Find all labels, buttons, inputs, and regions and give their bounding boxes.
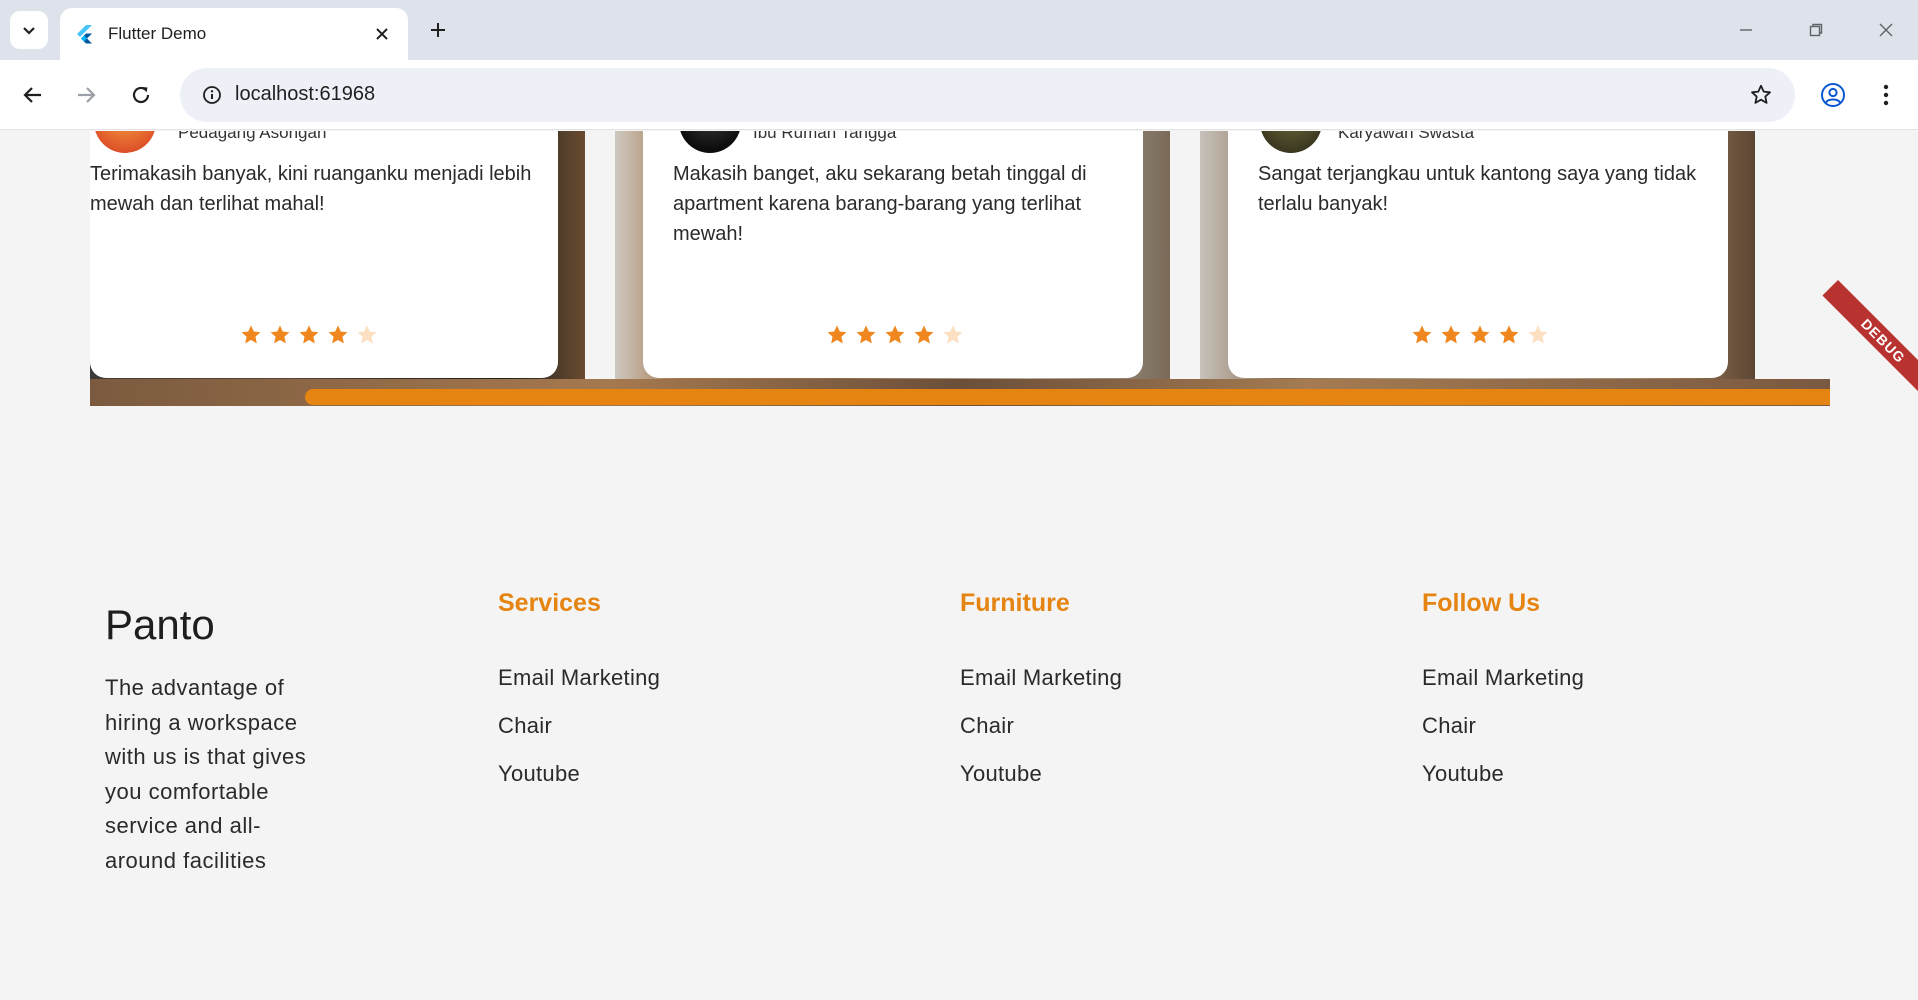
horizontal-scrollbar[interactable] (305, 389, 1830, 405)
footer-column-title: Services (498, 589, 601, 617)
star-empty-icon (1528, 325, 1548, 344)
browser-toolbar: localhost:61968 (0, 60, 1918, 130)
avatar (94, 131, 156, 153)
star-filled-icon (1441, 325, 1461, 344)
footer-column-follow-us: Follow Us Email Marketing Chair Youtube (1422, 589, 1584, 798)
minimize-icon (1740, 29, 1752, 31)
browser-menu-button[interactable] (1866, 75, 1906, 115)
review-text: Terimakasih banyak, kini ruanganku menja… (90, 163, 532, 215)
reviewer-role: Karyawan Swasta (1338, 131, 1475, 142)
footer-link[interactable]: Chair (960, 702, 1122, 750)
star-filled-icon (299, 325, 319, 344)
avatar (679, 131, 741, 153)
address-bar[interactable]: localhost:61968 (180, 68, 1795, 122)
close-icon (1879, 23, 1893, 37)
more-vert-icon (1883, 84, 1889, 106)
chevron-down-icon (23, 27, 35, 35)
star-filled-icon (914, 325, 934, 344)
star-filled-icon (885, 325, 905, 344)
star-rating (240, 324, 378, 346)
back-button[interactable] (13, 75, 53, 115)
tab-search-button[interactable] (10, 11, 48, 49)
flutter-logo-icon (77, 25, 92, 44)
reload-icon (132, 86, 150, 104)
footer-description: The advantage of hiring a workspace with… (105, 675, 307, 873)
footer-column-title: Follow Us (1422, 589, 1541, 617)
star-empty-icon (357, 325, 377, 344)
new-tab-button[interactable] (422, 14, 454, 46)
footer-column-services: Services Email Marketing Chair Youtube (498, 589, 660, 798)
reviewer-role: Ibu Rumah Tangga (753, 131, 897, 142)
star-filled-icon (241, 325, 261, 344)
star-filled-icon (856, 325, 876, 344)
close-window-button[interactable] (1866, 10, 1906, 50)
footer-link[interactable]: Youtube (960, 750, 1122, 798)
footer-link[interactable]: Chair (498, 702, 660, 750)
bookmark-star-icon[interactable] (1745, 79, 1777, 111)
restore-icon (1809, 23, 1823, 37)
footer-link[interactable]: Email Marketing (1422, 654, 1584, 702)
account-icon (1821, 83, 1845, 107)
star-filled-icon (1470, 325, 1490, 344)
star-empty-icon (943, 325, 963, 344)
debug-banner: DEBUG (1822, 280, 1918, 402)
browser-tab[interactable]: Flutter Demo (60, 8, 408, 60)
url-text[interactable]: localhost:61968 (235, 83, 375, 106)
reload-button[interactable] (121, 75, 161, 115)
testimonial-card: Karyawan Swasta Sangat terjangkau untuk … (1228, 131, 1728, 378)
reviewer-role: Pedagang Asongan (178, 131, 327, 142)
star-filled-icon (1412, 325, 1432, 344)
footer-link[interactable]: Email Marketing (960, 654, 1122, 702)
footer-brand: Panto (105, 601, 215, 648)
plus-icon (431, 23, 445, 37)
star-filled-icon (827, 325, 847, 344)
profile-button[interactable] (1813, 75, 1853, 115)
footer-link[interactable]: Youtube (1422, 750, 1584, 798)
footer-column-title: Furniture (960, 589, 1070, 617)
star-rating (826, 324, 964, 346)
restore-button[interactable] (1796, 10, 1836, 50)
close-tab-icon[interactable] (370, 22, 394, 46)
browser-tab-bar: Flutter Demo (0, 0, 1918, 60)
star-rating (1411, 324, 1549, 346)
review-text: Makasih banget, aku sekarang betah tingg… (673, 163, 1087, 245)
star-filled-icon (270, 325, 290, 344)
testimonial-card: Ibu Rumah Tangga Makasih banget, aku sek… (643, 131, 1143, 378)
forward-button[interactable] (66, 75, 106, 115)
page-content: Pedagang Asongan Terimakasih banyak, kin… (0, 131, 1918, 1000)
arrow-right-icon (78, 87, 96, 103)
testimonial-card: Pedagang Asongan Terimakasih banyak, kin… (90, 131, 558, 378)
arrow-left-icon (23, 87, 41, 103)
avatar (1260, 131, 1322, 153)
testimonial-carousel[interactable]: Pedagang Asongan Terimakasih banyak, kin… (90, 131, 1830, 406)
footer-link[interactable]: Email Marketing (498, 654, 660, 702)
review-text: Sangat terjangkau untuk kantong saya yan… (1258, 163, 1697, 215)
star-filled-icon (328, 325, 348, 344)
star-filled-icon (1499, 325, 1519, 344)
site-info-icon[interactable] (196, 79, 228, 111)
footer-link[interactable]: Chair (1422, 702, 1584, 750)
footer-column-furniture: Furniture Email Marketing Chair Youtube (960, 589, 1122, 798)
footer-link[interactable]: Youtube (498, 750, 660, 798)
tab-title: Flutter Demo (108, 24, 207, 43)
minimize-button[interactable] (1726, 10, 1766, 50)
